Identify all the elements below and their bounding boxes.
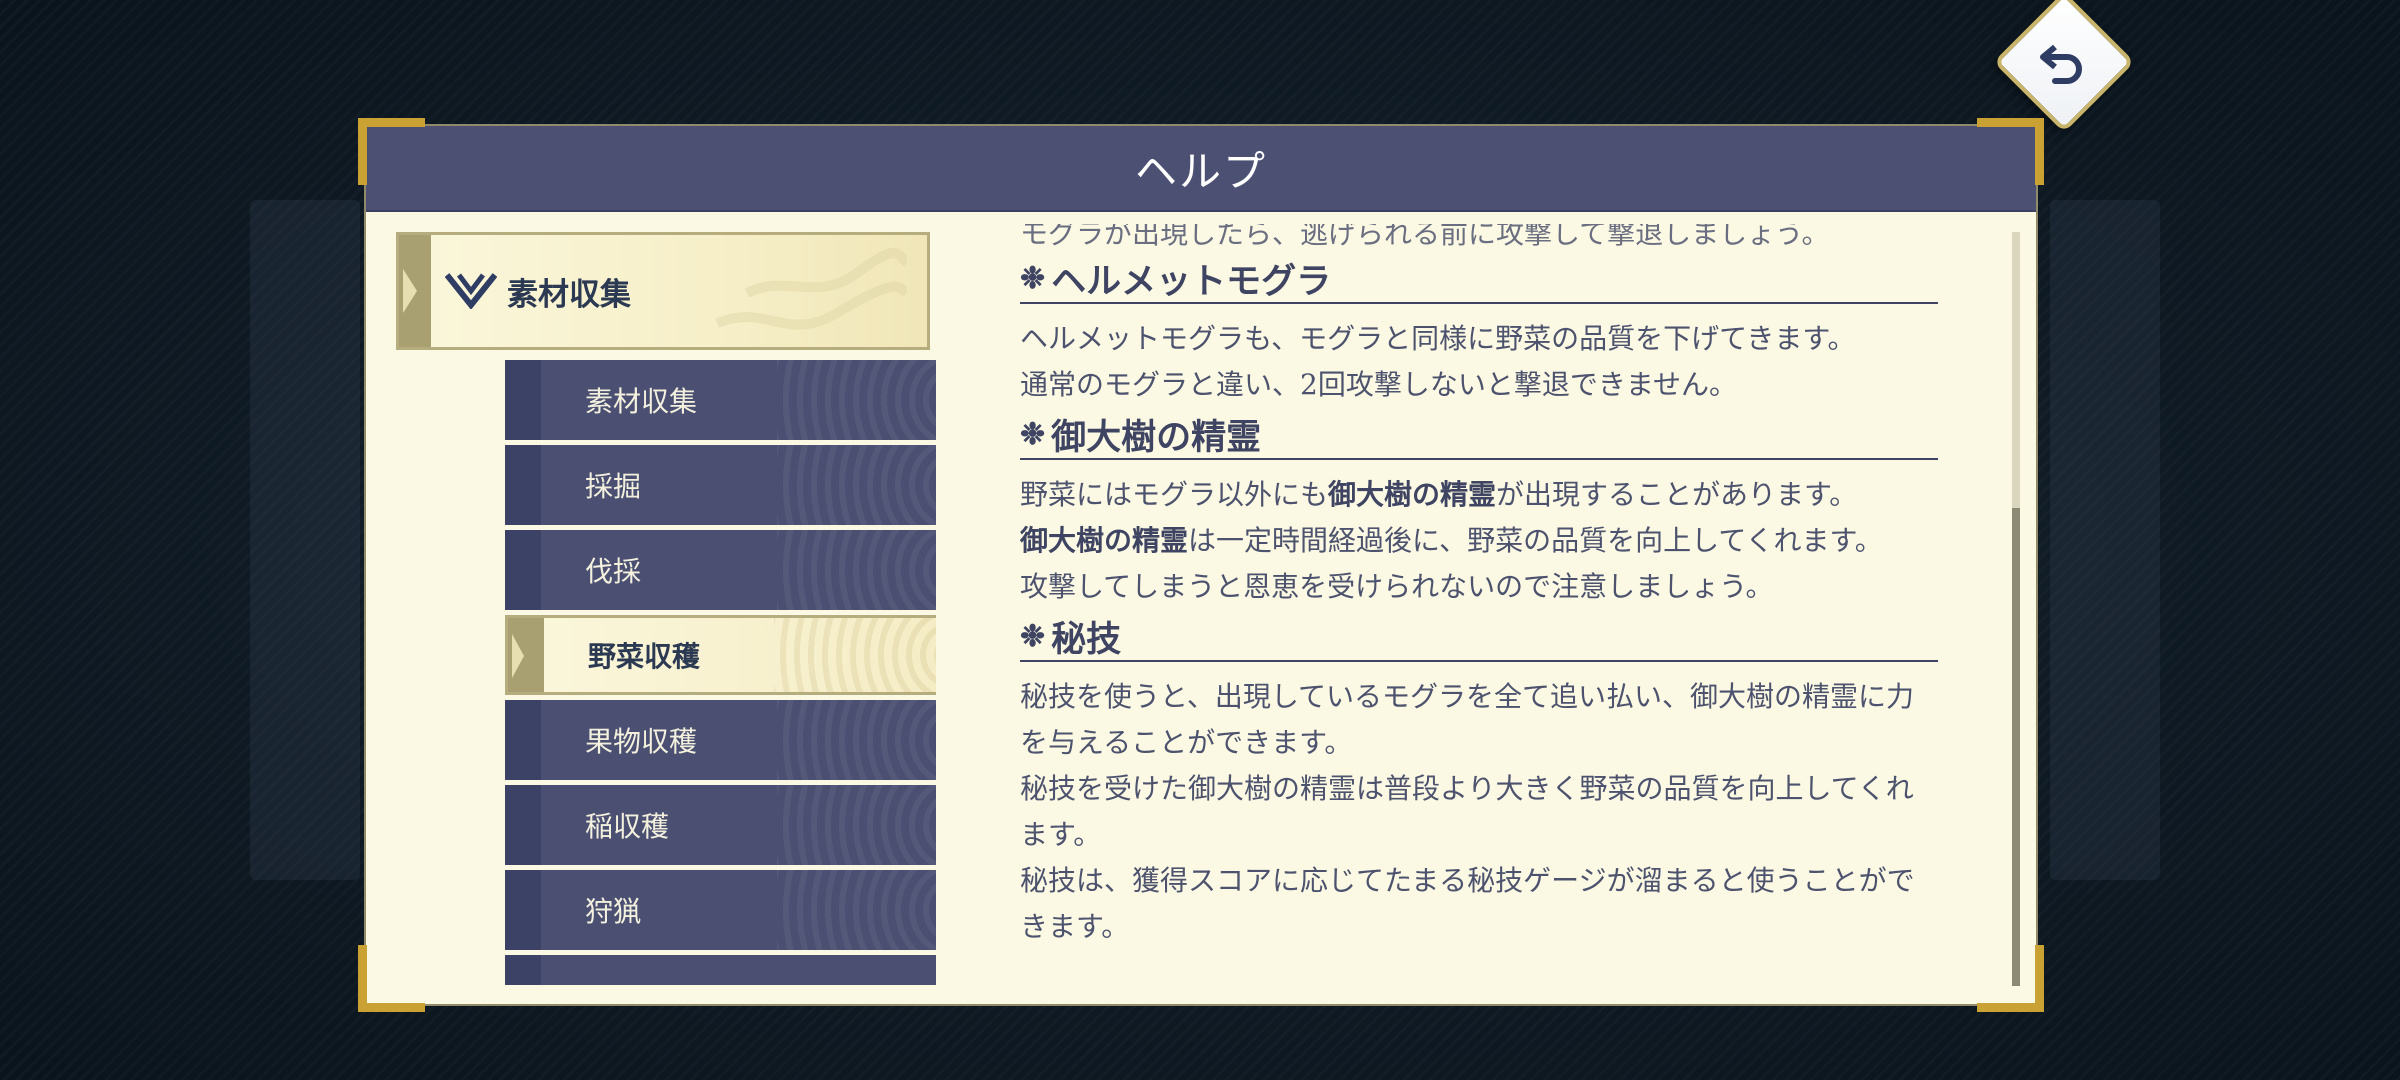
back-arrow-icon [2040,44,2082,85]
section-title-text: 秘技 [1051,618,1122,660]
helmet-mole-line-1: ヘルメットモグラも、モグラと同様に野菜の品質を下げてきます。 [1020,322,1856,355]
section-title-spirit: ❉ 御大樹の精霊 [1020,410,1938,460]
corner-ornament [1977,945,2044,1012]
nav-item-label: 採掘 [585,470,642,503]
category-tab-marker [399,235,431,347]
help-nav: 素材収集 素材収集 採掘 伐採 野菜収穫 果物収穫 稲収穫 狩猟 [396,232,936,990]
nav-item-pattern [777,785,936,865]
corner-ornament [358,118,425,185]
content-cut-line: モグラが出現したら、逃げられる前に攻撃して撃退しましょう。 [1020,224,1830,250]
nav-item-stripe [505,530,541,610]
chevron-down-icon [445,273,497,309]
spirit-line-1: 野菜にはモグラ以外にも御大樹の精霊が出現することがあります。 [1020,472,1938,518]
nav-item-stripe [508,618,544,692]
section-title-text: 御大樹の精霊 [1051,416,1262,458]
spirit-line-2: 御大樹の精霊は一定時間経過後に、野菜の品質を向上してくれます。 [1020,518,1938,564]
spirit-line-1-post: が出現することがあります。 [1496,478,1858,511]
nav-item-stripe [505,445,541,525]
nav-item-label: 狩猟 [585,895,642,928]
nav-item-fruit-harvest[interactable]: 果物収穫 [505,700,936,780]
dialog-title: ヘルプ [1134,146,1267,196]
nav-item-pattern [777,870,936,950]
secret-technique-para-2: 秘技を受けた御大樹の精霊は普段より大きく野菜の品質を向上してくれます。 [1020,772,1914,851]
nav-item-stripe [505,870,541,950]
content-scrollbar[interactable] [2012,232,2020,986]
nav-item-next-partial[interactable] [505,955,936,985]
wave-decoration [715,248,907,330]
section-title-helmet-mole: ❉ ヘルメットモグラ [1020,254,1938,304]
nav-item-list: 素材収集 採掘 伐採 野菜収穫 果物収穫 稲収穫 狩猟 [505,360,936,990]
secret-technique-para-3: 秘技は、獲得スコアに応じてたまる秘技ゲージが溜まると使うことができます。 [1020,864,1915,943]
helmet-mole-line-2: 通常のモグラと違い、2回攻撃しないと撃退できません。 [1020,368,1737,401]
nav-item-pattern [777,360,936,440]
secret-technique-para-1: 秘技を使うと、出現しているモグラを全て追い払い、御大樹の精霊に力を与えることがで… [1020,680,1915,759]
background-panel-left [250,200,360,880]
nav-item-pattern [777,700,936,780]
nav-item-rice-harvest[interactable]: 稲収穫 [505,785,936,865]
nav-item-pattern [777,530,936,610]
nav-item-label: 伐採 [585,555,642,588]
nav-item-vegetable-harvest[interactable]: 野菜収穫 [505,615,936,695]
nav-item-label: 素材収集 [585,385,698,418]
nav-item-pattern [774,618,936,692]
dialog-header: ヘルプ [366,126,2036,212]
spirit-name-bold: 御大樹の精霊 [1328,478,1497,511]
nav-category-material-collection[interactable]: 素材収集 [396,232,930,350]
flower-icon: ❉ [1020,260,1046,296]
nav-category-label: 素材収集 [507,276,631,313]
nav-item-pattern [777,445,936,525]
flower-icon: ❉ [1020,618,1046,654]
section-title-text: ヘルメットモグラ [1051,260,1332,302]
nav-item-stripe [505,700,541,780]
spirit-line-3: 攻撃してしまうと恩恵を受けられないので注意しましょう。 [1020,570,1774,603]
nav-item-mining[interactable]: 採掘 [505,445,936,525]
corner-ornament [1977,118,2044,185]
nav-item-hunting[interactable]: 狩猟 [505,870,936,950]
nav-item-label: 稲収穫 [585,810,670,843]
scrollbar-thumb[interactable] [2012,508,2020,986]
flower-icon: ❉ [1020,416,1046,452]
nav-item-label: 野菜収穫 [588,640,701,673]
background-panel-right [2050,200,2160,880]
nav-item-logging[interactable]: 伐採 [505,530,936,610]
spirit-name-bold: 御大樹の精霊 [1020,524,1189,557]
nav-item-label: 果物収穫 [585,725,698,758]
nav-item-stripe [505,955,541,985]
nav-item-stripe [505,360,541,440]
help-content[interactable]: モグラが出現したら、逃げられる前に攻撃して撃退しましょう。 ❉ ヘルメットモグラ… [1020,224,1960,984]
nav-item-stripe [505,785,541,865]
spirit-line-1-pre: 野菜にはモグラ以外にも [1020,478,1329,511]
nav-item-material-collection[interactable]: 素材収集 [505,360,936,440]
spirit-line-2-post: は一定時間経過後に、野菜の品質を向上してくれます。 [1188,524,1883,557]
help-dialog: ヘルプ 素材収集 素材収集 採掘 伐採 野菜収穫 果物収穫 稲収穫 狩猟 モグラ… [358,118,2044,1012]
section-title-secret-technique: ❉ 秘技 [1020,612,1938,662]
